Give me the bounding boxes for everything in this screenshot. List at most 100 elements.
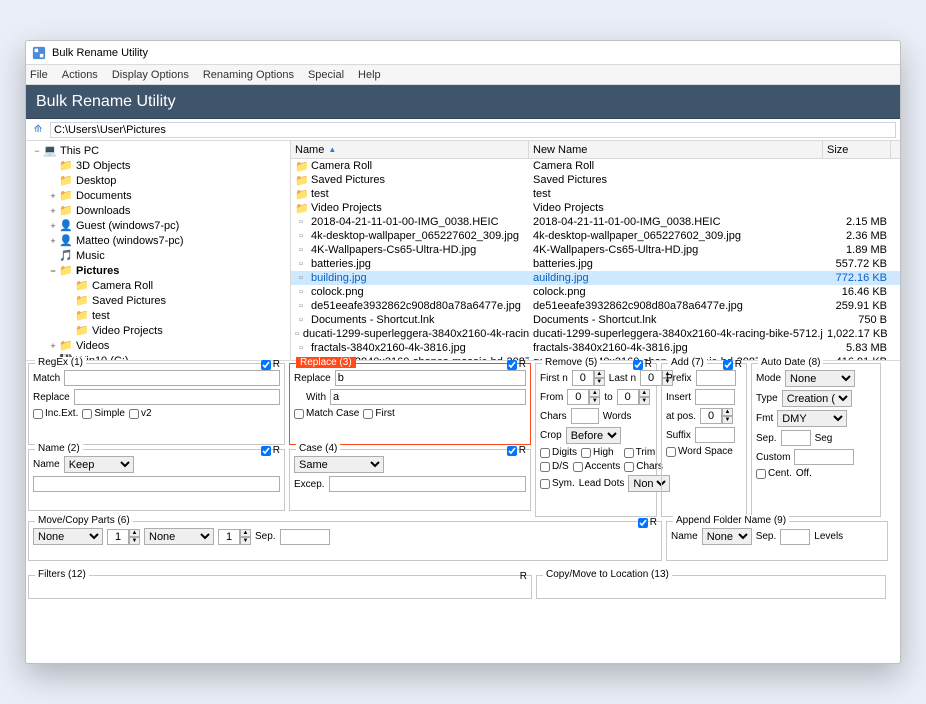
panel-filters: Filters (12) R [28,575,532,599]
reset-icon[interactable]: R [650,517,657,528]
name-value[interactable] [33,476,280,492]
autodate-mode[interactable]: None [785,370,855,387]
tree-item[interactable]: +👤Guest (windows7-pc) [26,218,290,233]
panel-case-title: Case (4) [296,443,340,454]
path-input[interactable] [50,122,896,138]
panel-regex: RegEx (1) R Match Replace Inc.Ext. Simpl… [28,363,285,445]
autodate-sep[interactable] [781,430,811,446]
add-pos[interactable] [700,408,722,424]
remove-from[interactable] [567,389,589,405]
panel-add-title: Add (7) [668,357,707,368]
menu-actions[interactable]: Actions [62,69,98,81]
reset-icon[interactable]: R [520,571,527,582]
regex-replace-input[interactable] [74,389,280,405]
file-row[interactable]: ▫colock.pngcolock.png16.46 KB [291,285,900,299]
moveparts-to[interactable]: None [144,528,214,545]
tree-item[interactable]: −💻This PC [26,143,290,158]
add-enable[interactable] [723,360,733,370]
moveparts-from[interactable]: None [33,528,103,545]
regex-simple[interactable] [82,409,92,419]
regex-match-input[interactable] [64,370,280,386]
remove-chars[interactable] [571,408,599,424]
reset-icon[interactable]: R [273,445,280,456]
replace-first[interactable] [363,409,373,419]
menu-file[interactable]: File [30,69,48,81]
tree-item[interactable]: +📁Downloads [26,203,290,218]
regex-v2[interactable] [129,409,139,419]
replace-with-input[interactable] [330,389,526,405]
tree-item[interactable]: +👤Matteo (windows7-pc) [26,233,290,248]
menu-display[interactable]: Display Options [112,69,189,81]
file-row[interactable]: ▫2018-04-21-11-01-00-IMG_0038.HEIC2018-0… [291,215,900,229]
replace-matchcase[interactable] [294,409,304,419]
tree-item[interactable]: 📁Camera Roll [26,278,290,293]
col-size[interactable]: Size [823,141,891,158]
remove-lastn[interactable] [640,370,662,386]
file-row[interactable]: 📁testtest [291,187,900,201]
name-mode[interactable]: Keep [64,456,134,473]
panel-filters-title: Filters (12) [35,569,89,580]
tree-item[interactable]: 🎵Music [26,248,290,263]
regex-enable[interactable] [261,360,271,370]
pathbar: ⟰ [26,119,900,141]
add-prefix[interactable] [696,370,736,386]
panel-moveparts-title: Move/Copy Parts (6) [35,515,133,526]
name-enable[interactable] [261,446,271,456]
case-enable[interactable] [507,446,517,456]
replace-input[interactable] [335,370,526,386]
tree-item[interactable]: −📁Pictures [26,263,290,278]
folder-tree[interactable]: −💻This PC📁3D Objects📁Desktop+📁Documents+… [26,141,291,360]
reset-icon[interactable]: R [519,445,526,456]
titlebar: Bulk Rename Utility [26,41,900,65]
remove-crop[interactable]: Before [566,427,621,444]
moveparts-enable[interactable] [638,518,648,528]
autodate-fmt[interactable]: DMY [777,410,847,427]
reset-icon[interactable]: R [645,359,652,370]
up-folder-icon[interactable]: ⟰ [30,122,46,138]
tree-item[interactable]: 📁test [26,308,290,323]
autodate-type[interactable]: Creation ( [782,390,852,407]
tree-item[interactable]: 📁Saved Pictures [26,293,290,308]
menu-help[interactable]: Help [358,69,381,81]
tree-item[interactable]: 📁Desktop [26,173,290,188]
moveparts-sep[interactable] [280,529,330,545]
file-row[interactable]: ▫4k-desktop-wallpaper_065227602_309.jpg4… [291,229,900,243]
menu-renaming[interactable]: Renaming Options [203,69,294,81]
panel-copymove-title: Copy/Move to Location (13) [543,569,672,580]
reset-icon[interactable]: R [519,359,526,370]
reset-icon[interactable]: R [273,359,280,370]
replace-enable[interactable] [507,360,517,370]
remove-firstn[interactable] [572,370,594,386]
remove-to[interactable] [617,389,639,405]
remove-enable[interactable] [633,360,643,370]
file-row[interactable]: ▫de51eeafe3932862c908d80a78a6477e.jpgde5… [291,299,900,313]
sort-asc-icon: ▲ [328,145,336,154]
file-list-body[interactable]: 📁Camera RollCamera Roll📁Saved PicturesSa… [291,159,900,360]
tree-item[interactable]: +📁Documents [26,188,290,203]
regex-incext[interactable] [33,409,43,419]
file-row[interactable]: ▫ducati-1299-superleggera-3840x2160-4k-r… [291,327,900,341]
case-excep[interactable] [329,476,526,492]
menu-special[interactable]: Special [308,69,344,81]
file-row[interactable]: ▫4K-Wallpapers-Cs65-Ultra-HD.jpg4K-Wallp… [291,243,900,257]
add-suffix[interactable] [695,427,735,443]
file-row[interactable]: 📁Video ProjectsVideo Projects [291,201,900,215]
file-row[interactable]: ▫batteries.jpgbatteries.jpg557.72 KB [291,257,900,271]
autodate-custom[interactable] [794,449,854,465]
add-wordspace[interactable] [666,447,676,457]
tree-item[interactable]: 📁3D Objects [26,158,290,173]
tree-item[interactable]: 📁Video Projects [26,323,290,338]
tree-item[interactable]: +📁Videos [26,338,290,353]
col-name[interactable]: Name▲ [291,141,529,158]
reset-icon[interactable]: R [735,359,742,370]
panel-remove-title: Remove (5) [542,357,600,368]
file-row[interactable]: ▫fractals-3840x2160-4k-3816.jpgfractals-… [291,341,900,355]
file-row[interactable]: 📁Camera RollCamera Roll [291,159,900,173]
case-mode[interactable]: Same [294,456,384,473]
add-insert[interactable] [695,389,735,405]
file-row[interactable]: ▫Documents - Shortcut.lnkDocuments - Sho… [291,313,900,327]
file-row[interactable]: 📁Saved PicturesSaved Pictures [291,173,900,187]
col-newname[interactable]: New Name [529,141,823,158]
appendfolder-name[interactable]: None [702,528,752,545]
file-row[interactable]: ▫building.jpgauilding.jpg772.16 KB [291,271,900,285]
